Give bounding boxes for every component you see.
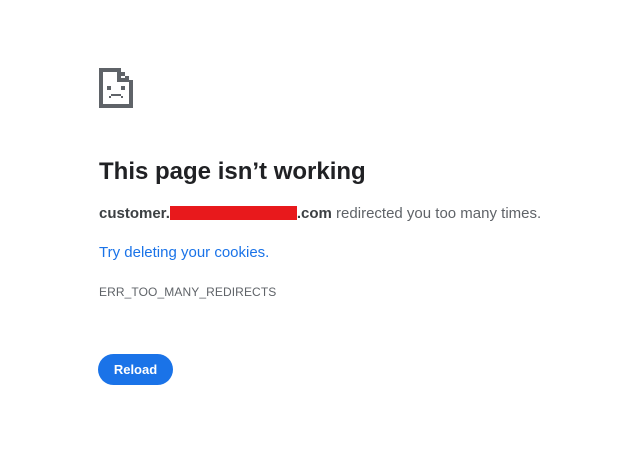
error-code: ERR_TOO_MANY_REDIRECTS <box>99 285 277 299</box>
error-description: customer. .com redirected you too many ti… <box>99 204 541 224</box>
page-title: This page isn’t working <box>99 158 366 185</box>
sad-page-icon <box>99 68 133 108</box>
domain-suffix: .com <box>296 205 332 222</box>
domain-prefix: customer. <box>99 205 170 222</box>
delete-cookies-link[interactable]: Try deleting your cookies. <box>99 243 269 263</box>
redaction-bar <box>169 206 297 220</box>
reload-button[interactable]: Reload <box>98 354 173 385</box>
site-domain: customer. .com <box>99 205 332 222</box>
error-message: redirected you too many times. <box>331 205 542 222</box>
